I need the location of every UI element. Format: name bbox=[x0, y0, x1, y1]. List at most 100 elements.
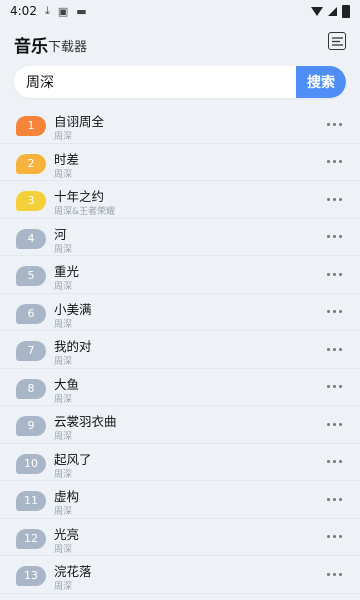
song-row[interactable]: 9 云裳羽衣曲周深 bbox=[0, 406, 360, 444]
song-title: 小美满 bbox=[54, 301, 92, 317]
more-dot bbox=[332, 572, 336, 576]
song-artist: 周深 bbox=[54, 432, 73, 442]
rank-badge: 12 bbox=[16, 528, 46, 549]
rank-badge: 1 bbox=[16, 116, 46, 136]
more-dot bbox=[338, 385, 342, 388]
rank-badge: 9 bbox=[16, 416, 46, 436]
song-row[interactable]: 7 我的对 周深 bbox=[0, 331, 360, 369]
more-dot bbox=[326, 347, 330, 351]
more-dot bbox=[338, 160, 342, 163]
more-dot bbox=[332, 535, 336, 538]
song-title: 起风了 bbox=[54, 451, 92, 467]
song-row[interactable]: 11 虚构周深 bbox=[0, 481, 360, 519]
more-dot bbox=[338, 347, 342, 351]
song-row[interactable]: 13 浣花落周深 bbox=[0, 556, 360, 594]
more-options-icon[interactable] bbox=[324, 154, 344, 170]
song-artist: 周深 bbox=[54, 507, 73, 517]
more-dot bbox=[338, 122, 342, 126]
status-bar: 4:02 ⤓ ▣ ▬ bbox=[0, 0, 360, 22]
more-dot bbox=[338, 235, 342, 238]
song-artist: 周深 bbox=[54, 469, 73, 480]
more-dot bbox=[332, 122, 336, 126]
rank-badge: 3 bbox=[16, 191, 46, 211]
more-dot bbox=[326, 497, 330, 501]
song-title: 自诩周全 bbox=[54, 114, 105, 129]
song-row[interactable]: 2 时差周深 bbox=[0, 144, 360, 181]
more-dot bbox=[332, 385, 336, 388]
song-row[interactable]: 4 河周深 bbox=[0, 219, 360, 256]
more-options-icon[interactable] bbox=[324, 229, 344, 245]
wifi-icon bbox=[311, 6, 323, 16]
more-dot bbox=[332, 460, 336, 463]
song-title: 光亮 bbox=[54, 526, 80, 542]
song-title: 大鱼 bbox=[54, 376, 80, 392]
status-time: 4:02 bbox=[10, 4, 37, 18]
song-title: 浣花落 bbox=[54, 564, 92, 579]
more-dot bbox=[338, 460, 342, 463]
more-dot bbox=[338, 535, 342, 538]
download-icon: ⤓ bbox=[44, 4, 50, 17]
list-menu-button[interactable] bbox=[328, 32, 346, 50]
more-dot bbox=[326, 235, 330, 238]
song-artist: 周深 bbox=[54, 357, 73, 367]
more-options-icon[interactable] bbox=[324, 266, 344, 282]
song-artist: 周深 bbox=[54, 282, 73, 292]
more-dot bbox=[338, 197, 342, 201]
more-options-icon[interactable] bbox=[324, 566, 344, 582]
song-list: 1 自诩周全 周深 2 时差 周深 3 十年之约 周深&王者荣耀 4 河周深 5 重光 周深 6 小美满 周深 7… bbox=[0, 106, 360, 594]
song-title: 时差 bbox=[54, 151, 80, 167]
more-options-icon[interactable] bbox=[324, 341, 344, 357]
more-dot bbox=[326, 385, 330, 388]
rank-badge: 11 bbox=[16, 491, 46, 511]
more-dot bbox=[332, 310, 336, 313]
song-row[interactable]: 8 大鱼周深 bbox=[0, 369, 360, 406]
more-dot bbox=[338, 497, 342, 501]
rank-badge: 2 bbox=[16, 153, 46, 174]
song-title: 云裳羽衣曲 bbox=[54, 414, 117, 429]
song-row[interactable]: 3 十年之约 周深&王者荣耀 bbox=[0, 181, 360, 219]
battery-icon bbox=[342, 4, 350, 18]
song-row[interactable]: 6 小美满 周深 bbox=[0, 294, 360, 331]
song-artist: 周深 bbox=[54, 319, 73, 330]
more-dot bbox=[338, 422, 342, 426]
more-dot bbox=[326, 535, 330, 538]
song-artist: 周深 bbox=[54, 394, 73, 405]
song-row[interactable]: 10 起风了 周深 bbox=[0, 444, 360, 481]
more-dot bbox=[332, 272, 336, 276]
more-dot bbox=[326, 272, 330, 276]
signal-icon bbox=[328, 6, 337, 16]
rank-badge: 13 bbox=[16, 566, 46, 586]
more-dot bbox=[326, 122, 330, 126]
rank-badge: 7 bbox=[16, 341, 46, 361]
more-options-icon[interactable] bbox=[324, 529, 344, 545]
more-options-icon[interactable] bbox=[324, 416, 344, 432]
song-title: 十年之约 bbox=[54, 189, 105, 204]
rank-badge: 8 bbox=[16, 378, 46, 399]
more-options-icon[interactable] bbox=[324, 304, 344, 320]
song-title: 虚构 bbox=[54, 489, 80, 504]
more-dot bbox=[338, 272, 342, 276]
a-badge-icon: ▣ bbox=[57, 4, 69, 18]
search-input[interactable] bbox=[14, 66, 296, 98]
list-menu-icon bbox=[331, 36, 343, 46]
more-options-icon[interactable] bbox=[324, 491, 344, 507]
more-options-icon[interactable] bbox=[324, 379, 344, 395]
song-artist: 周深 bbox=[54, 582, 73, 592]
more-options-icon[interactable] bbox=[324, 191, 344, 207]
rank-badge: 4 bbox=[16, 228, 46, 249]
more-options-icon[interactable] bbox=[324, 116, 344, 132]
search-bar: 搜索 bbox=[14, 66, 346, 98]
song-row[interactable]: 5 重光 周深 bbox=[0, 256, 360, 294]
more-options-icon[interactable] bbox=[324, 454, 344, 470]
more-dot bbox=[326, 310, 330, 313]
keyboard-icon: ▬ bbox=[76, 4, 87, 18]
search-button[interactable]: 搜索 bbox=[296, 66, 346, 98]
song-artist: 周深 bbox=[54, 169, 73, 180]
more-dot bbox=[326, 422, 330, 426]
app-subtitle: 下载器 bbox=[48, 40, 88, 55]
more-dot bbox=[326, 160, 330, 163]
song-row[interactable]: 1 自诩周全 周深 bbox=[0, 106, 360, 144]
more-dot bbox=[326, 460, 330, 463]
more-dot bbox=[338, 310, 342, 313]
song-row[interactable]: 12 光亮 周深 bbox=[0, 519, 360, 556]
